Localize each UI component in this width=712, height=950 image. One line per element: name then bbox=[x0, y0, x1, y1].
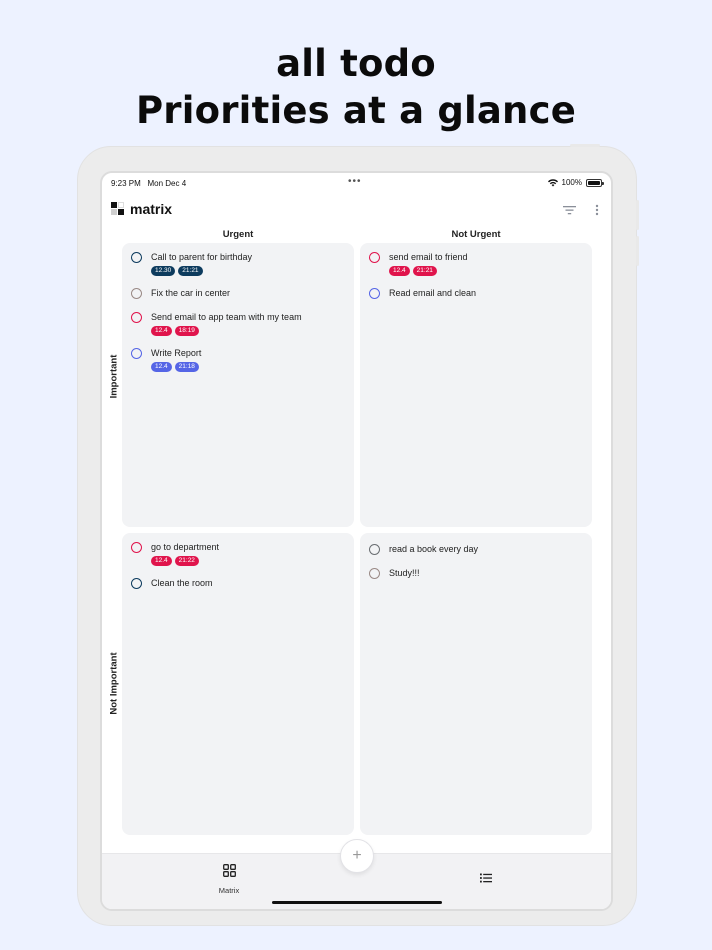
battery-icon bbox=[586, 178, 604, 187]
list-item[interactable]: Send email to app team with my team 12.4… bbox=[130, 311, 346, 336]
app-bar: matrix bbox=[102, 197, 611, 223]
quadrant-urgent-important[interactable]: Call to parent for birthday 12.30 21:21 … bbox=[122, 243, 354, 527]
more-vert-icon bbox=[595, 204, 599, 216]
column-header-not-urgent: Not Urgent bbox=[451, 229, 501, 240]
task-tags: 12.4 18:19 bbox=[151, 326, 346, 336]
headline-line-2: Priorities at a glance bbox=[135, 89, 577, 132]
task-title: Study!!! bbox=[389, 568, 420, 578]
battery-percent: 100% bbox=[561, 178, 582, 187]
status-time-text: 9:23 PM bbox=[111, 179, 141, 188]
date-tag: 12.4 bbox=[151, 326, 172, 336]
time-tag: 18:19 bbox=[174, 326, 199, 336]
task-title: go to department bbox=[151, 542, 220, 552]
list-item[interactable]: read a book every day bbox=[368, 543, 584, 556]
task-checkbox[interactable] bbox=[131, 348, 142, 359]
list-item[interactable]: Fix the car in center bbox=[130, 287, 346, 300]
time-tag: 21:21 bbox=[412, 266, 437, 276]
matrix-logo-icon bbox=[111, 202, 124, 215]
column-header-urgent: Urgent bbox=[222, 229, 254, 240]
side-button bbox=[570, 144, 600, 147]
task-checkbox[interactable] bbox=[369, 288, 380, 299]
task-title: send email to friend bbox=[389, 252, 468, 262]
status-right: 100% bbox=[547, 178, 604, 187]
task-checkbox[interactable] bbox=[131, 578, 142, 589]
promo-headline: all todo Priorities at a glance bbox=[0, 40, 712, 134]
filter-button[interactable] bbox=[560, 201, 578, 219]
task-title: Clean the room bbox=[151, 578, 213, 588]
quadrant-not-urgent-not-important[interactable]: read a book every day Study!!! bbox=[360, 533, 592, 835]
task-title: Read email and clean bbox=[389, 288, 477, 298]
date-tag: 12.30 bbox=[151, 266, 176, 276]
task-checkbox[interactable] bbox=[131, 288, 142, 299]
side-button bbox=[636, 200, 639, 230]
side-button bbox=[636, 236, 639, 266]
time-tag: 21:21 bbox=[178, 266, 203, 276]
date-tag: 12.4 bbox=[151, 556, 172, 566]
nav-label-matrix: Matrix bbox=[218, 886, 240, 895]
list-item[interactable]: Call to parent for birthday 12.30 21:21 bbox=[130, 251, 346, 276]
grid-icon bbox=[222, 864, 236, 877]
list-icon bbox=[480, 873, 492, 883]
task-checkbox[interactable] bbox=[131, 542, 142, 553]
list-item[interactable]: go to department 12.4 21:22 bbox=[130, 541, 346, 566]
status-bar: 9:23 PM Mon Dec 4 ••• 100% bbox=[102, 173, 611, 195]
task-checkbox[interactable] bbox=[131, 252, 142, 263]
list-item[interactable]: Clean the room bbox=[130, 577, 346, 590]
wifi-icon bbox=[547, 178, 558, 186]
status-date-text: Mon Dec 4 bbox=[147, 179, 187, 188]
multitask-dots[interactable]: ••• bbox=[348, 176, 362, 187]
add-task-button[interactable]: + bbox=[340, 839, 374, 873]
quadrant-urgent-not-important[interactable]: go to department 12.4 21:22 Clean the ro… bbox=[122, 533, 354, 835]
app-title: matrix bbox=[130, 201, 173, 217]
list-item[interactable]: Study!!! bbox=[368, 567, 584, 580]
task-tags: 12.30 21:21 bbox=[151, 266, 346, 276]
list-item[interactable]: send email to friend 12.4 21:21 bbox=[368, 251, 584, 276]
filter-icon bbox=[562, 206, 576, 215]
time-tag: 21:18 bbox=[174, 362, 199, 372]
task-checkbox[interactable] bbox=[369, 568, 380, 579]
more-button[interactable] bbox=[588, 201, 606, 219]
home-indicator[interactable] bbox=[272, 901, 442, 904]
task-title: Call to parent for birthday bbox=[151, 252, 253, 262]
list-item[interactable]: Read email and clean bbox=[368, 287, 584, 300]
nav-tab-matrix[interactable]: Matrix bbox=[214, 864, 244, 895]
task-checkbox[interactable] bbox=[369, 544, 380, 555]
time-tag: 21:22 bbox=[174, 556, 199, 566]
date-tag: 12.4 bbox=[389, 266, 410, 276]
task-title: read a book every day bbox=[389, 544, 479, 554]
status-time: 9:23 PM Mon Dec 4 bbox=[111, 179, 186, 188]
task-title: Send email to app team with my team bbox=[151, 312, 302, 322]
task-tags: 12.4 21:18 bbox=[151, 362, 346, 372]
bottom-nav: + Matrix bbox=[102, 839, 611, 909]
task-checkbox[interactable] bbox=[369, 252, 380, 263]
task-tags: 12.4 21:21 bbox=[389, 266, 584, 276]
list-item[interactable]: Write Report 12.4 21:18 bbox=[130, 347, 346, 372]
row-header-not-important: Not Important bbox=[108, 652, 120, 715]
headline-line-1: all todo bbox=[276, 42, 436, 85]
task-title: Write Report bbox=[151, 348, 202, 358]
row-header-important: Important bbox=[108, 354, 120, 399]
app-screen: 9:23 PM Mon Dec 4 ••• 100% matrix Urgent… bbox=[100, 171, 613, 911]
date-tag: 12.4 bbox=[151, 362, 172, 372]
task-tags: 12.4 21:22 bbox=[151, 556, 346, 566]
nav-tab-list[interactable] bbox=[477, 870, 495, 888]
quadrant-not-urgent-important[interactable]: send email to friend 12.4 21:21 Read ema… bbox=[360, 243, 592, 527]
task-checkbox[interactable] bbox=[131, 312, 142, 323]
task-title: Fix the car in center bbox=[151, 288, 231, 298]
